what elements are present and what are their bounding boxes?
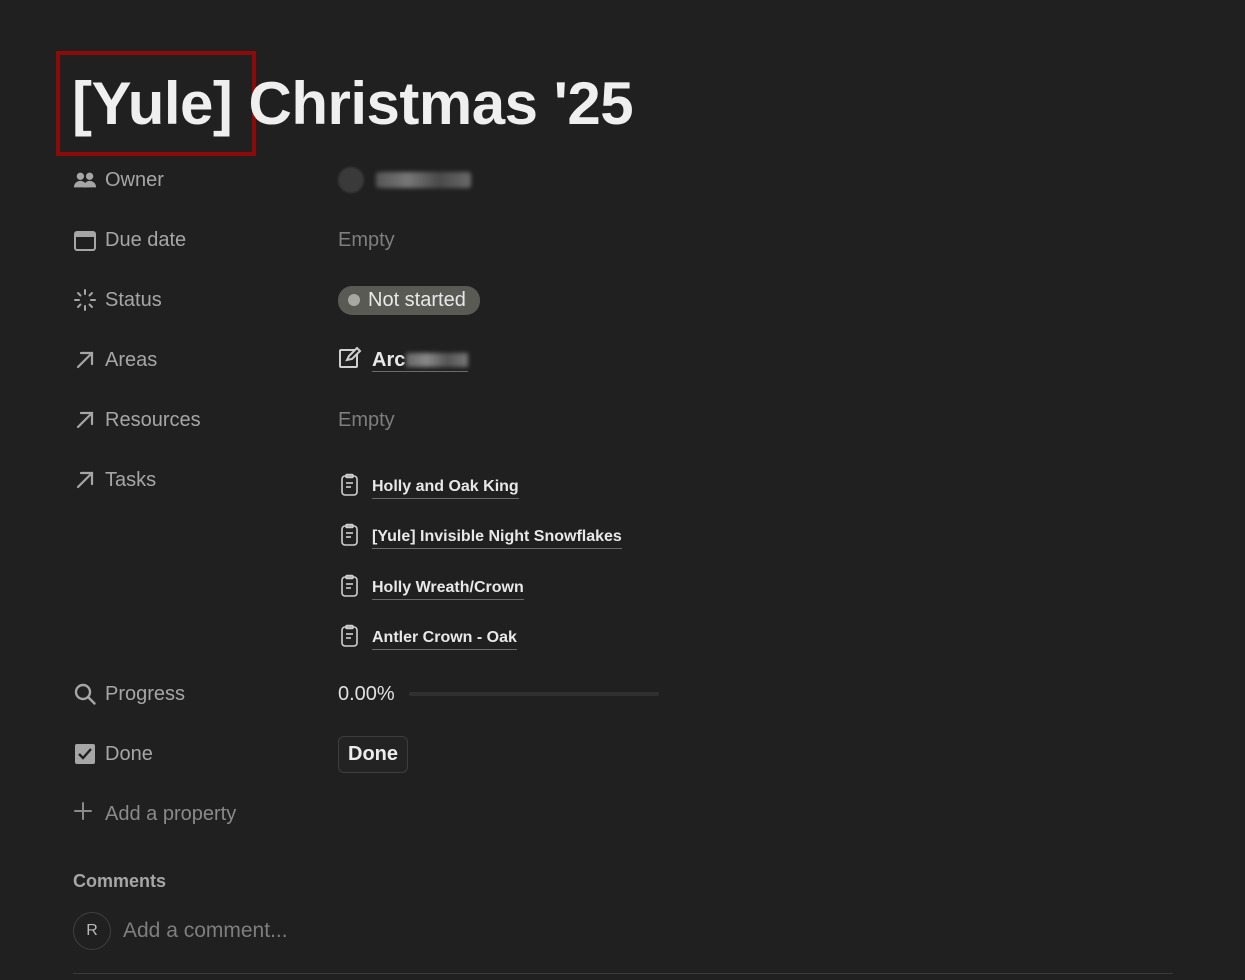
property-progress: Progress 0.00% [73, 664, 973, 724]
clipboard-icon [338, 574, 362, 603]
task-item[interactable]: [Yule] Invisible Night Snowflakes [338, 513, 622, 564]
comment-input[interactable]: Add a comment... [123, 919, 288, 943]
tasks-list: Holly and Oak King [Yule] Invisible Nigh… [338, 450, 622, 664]
due-date-value[interactable]: Empty [338, 210, 395, 270]
progress-bar [408, 692, 659, 696]
property-due-date: Due date Empty [73, 210, 973, 270]
resources-value[interactable]: Empty [338, 390, 395, 450]
status-text: Not started [368, 288, 466, 311]
area-link-text: Arc [372, 348, 406, 371]
property-label: Done [105, 742, 153, 765]
arrow-up-right-icon [73, 468, 97, 492]
edit-note-icon [338, 345, 362, 375]
page-title[interactable]: [Yule] Christmas '25 [72, 69, 634, 138]
task-link[interactable]: Holly Wreath/Crown [372, 577, 524, 600]
plus-icon [73, 801, 93, 827]
clipboard-icon [338, 624, 362, 653]
property-key-done[interactable]: Done [73, 724, 338, 784]
page-root: [Yule] Christmas '25 Owner Due date Empt… [0, 0, 1245, 980]
property-owner: Owner [73, 150, 973, 210]
task-item[interactable]: Antler Crown - Oak [338, 614, 622, 665]
arrow-up-right-icon [73, 348, 97, 372]
property-label: Resources [105, 408, 201, 431]
property-key-resources[interactable]: Resources [73, 390, 338, 450]
property-key-owner[interactable]: Owner [73, 150, 338, 210]
task-link[interactable]: Holly and Oak King [372, 476, 519, 499]
area-name-redacted [406, 353, 469, 368]
calendar-icon [73, 228, 97, 252]
search-icon [73, 682, 97, 706]
status-badge[interactable]: Not started [338, 285, 480, 315]
divider [73, 973, 1173, 974]
task-link[interactable]: Antler Crown - Oak [372, 627, 517, 651]
arrow-up-right-icon [73, 408, 97, 432]
clipboard-icon [338, 523, 362, 552]
status-dot [348, 294, 360, 306]
task-link[interactable]: [Yule] Invisible Night Snowflakes [372, 526, 622, 550]
properties-list: Owner Due date Empty Status Not started … [73, 150, 973, 844]
areas-value: Arc [338, 330, 469, 390]
property-label: Owner [105, 168, 164, 191]
owner-name-redacted [376, 172, 471, 188]
area-relation[interactable]: Arc [338, 345, 469, 375]
property-resources: Resources Empty [73, 390, 973, 450]
property-status: Status Not started [73, 270, 973, 330]
avatar: R [73, 912, 111, 950]
property-label: Status [105, 288, 162, 311]
property-done: Done Done [73, 724, 973, 784]
property-key-status[interactable]: Status [73, 270, 338, 330]
task-item[interactable]: Holly and Oak King [338, 462, 622, 513]
property-tasks: Tasks Holly and Oak King [Yule] Invisibl… [73, 450, 973, 664]
checkbox-icon [73, 742, 97, 766]
people-icon [73, 168, 97, 192]
area-link[interactable]: Arc [372, 348, 469, 372]
add-property-label: Add a property [105, 802, 237, 825]
done-button[interactable]: Done [338, 735, 408, 773]
owner-value[interactable] [338, 150, 471, 210]
property-label: Due date [105, 228, 187, 251]
status-value[interactable]: Not started [338, 270, 480, 330]
property-key-tasks[interactable]: Tasks [73, 450, 338, 510]
property-label: Tasks [105, 468, 157, 491]
loading-icon [73, 288, 97, 312]
property-key-progress[interactable]: Progress [73, 664, 338, 724]
title-area: [Yule] Christmas '25 [56, 51, 634, 156]
task-item[interactable]: Holly Wreath/Crown [338, 563, 622, 614]
property-label: Progress [105, 682, 186, 705]
property-areas: Areas Arc [73, 330, 973, 390]
progress-percent: 0.00% [338, 682, 395, 705]
avatar [338, 167, 364, 193]
property-key-due-date[interactable]: Due date [73, 210, 338, 270]
clipboard-icon [338, 473, 362, 502]
property-label: Areas [105, 348, 158, 371]
progress-value[interactable]: 0.00% [338, 664, 659, 724]
comments-heading: Comments [73, 871, 167, 891]
add-property-button[interactable]: Add a property [73, 784, 973, 844]
done-value: Done [338, 724, 408, 784]
comment-composer: R Add a comment... [73, 912, 288, 950]
property-key-areas[interactable]: Areas [73, 330, 338, 390]
